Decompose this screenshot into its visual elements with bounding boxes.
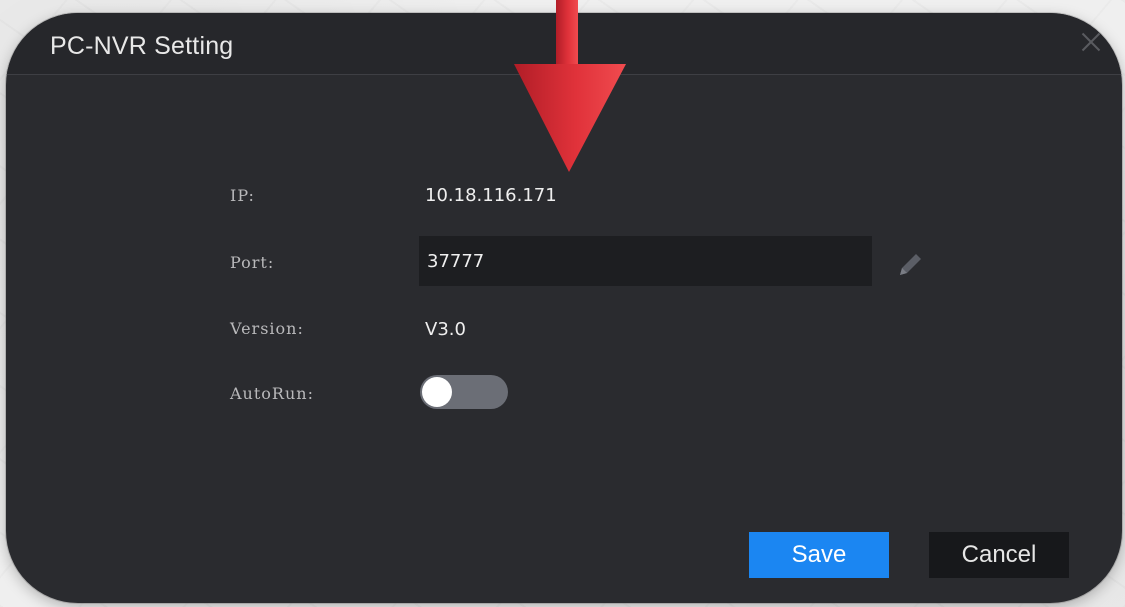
port-input[interactable] bbox=[419, 236, 872, 286]
ip-value: 10.18.116.171 bbox=[425, 185, 557, 206]
dialog-title: PC-NVR Setting bbox=[50, 32, 234, 60]
version-value: V3.0 bbox=[425, 319, 466, 340]
save-button[interactable]: Save bbox=[749, 532, 889, 578]
dialog-title-bar: PC-NVR Setting bbox=[6, 13, 1122, 75]
close-icon[interactable] bbox=[1078, 29, 1104, 55]
pc-nvr-setting-dialog: PC-NVR Setting IP: 10.18.116.171 Port: V… bbox=[6, 13, 1122, 603]
ip-label: IP: bbox=[230, 186, 255, 205]
toggle-knob bbox=[422, 377, 452, 407]
pencil-edit-icon[interactable] bbox=[896, 249, 926, 279]
port-label: Port: bbox=[230, 253, 275, 272]
version-label: Version: bbox=[230, 319, 304, 338]
cancel-button[interactable]: Cancel bbox=[929, 532, 1069, 578]
autorun-toggle[interactable] bbox=[420, 375, 508, 409]
autorun-label: AutoRun: bbox=[230, 384, 314, 403]
